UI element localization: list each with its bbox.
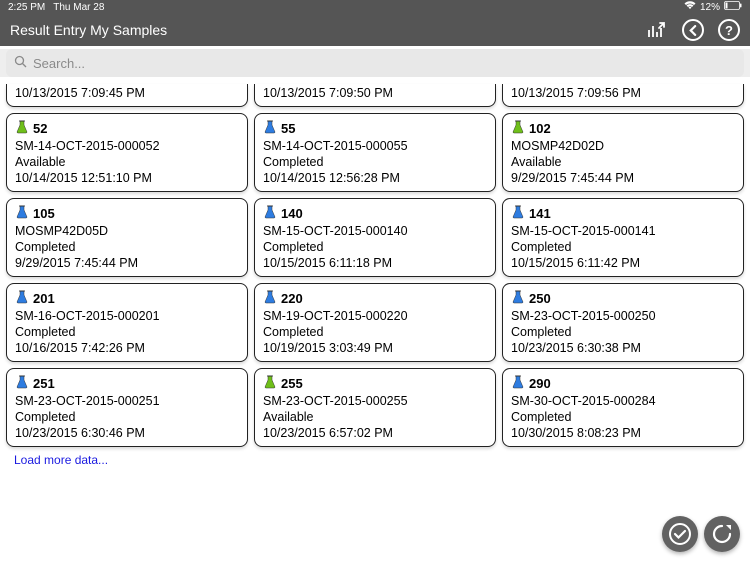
sample-id: 105 — [33, 206, 55, 221]
flask-icon — [511, 290, 525, 307]
sample-name: SM-23-OCT-2015-000251 — [15, 394, 239, 408]
sample-timestamp: 10/13/2015 7:09:50 PM — [263, 86, 487, 100]
flask-icon — [511, 205, 525, 222]
sample-card[interactable]: 141 SM-15-OCT-2015-000141 Completed 10/1… — [502, 198, 744, 277]
sample-name: SM-19-OCT-2015-000220 — [263, 309, 487, 323]
sample-name: SM-14-OCT-2015-000055 — [263, 139, 487, 153]
back-button[interactable] — [682, 19, 704, 41]
help-button[interactable]: ? — [718, 19, 740, 41]
sample-card[interactable]: 102 MOSMP42D02D Available 9/29/2015 7:45… — [502, 113, 744, 192]
sample-card-partial[interactable]: 10/13/2015 7:09:45 PM — [6, 84, 248, 107]
sample-name: SM-16-OCT-2015-000201 — [15, 309, 239, 323]
search-placeholder: Search... — [33, 56, 85, 71]
page-title: Result Entry My Samples — [10, 22, 646, 38]
sample-timestamp: 10/13/2015 7:09:45 PM — [15, 86, 239, 100]
refresh-button[interactable] — [704, 516, 740, 552]
sample-timestamp: 10/23/2015 6:30:46 PM — [15, 426, 239, 440]
sample-card-partial[interactable]: 10/13/2015 7:09:56 PM — [502, 84, 744, 107]
sample-name: SM-15-OCT-2015-000141 — [511, 224, 735, 238]
sample-id: 290 — [529, 376, 551, 391]
status-time: 2:25 PM — [8, 2, 45, 13]
sample-timestamp: 9/29/2015 7:45:44 PM — [15, 256, 239, 270]
samples-content: 10/13/2015 7:09:45 PM 10/13/2015 7:09:50 … — [0, 80, 750, 477]
sample-timestamp: 10/23/2015 6:57:02 PM — [263, 426, 487, 440]
sample-card[interactable]: 250 SM-23-OCT-2015-000250 Completed 10/2… — [502, 283, 744, 362]
sample-status: Completed — [15, 240, 239, 254]
sample-id: 250 — [529, 291, 551, 306]
sample-card[interactable]: 52 SM-14-OCT-2015-000052 Available 10/14… — [6, 113, 248, 192]
sample-card[interactable]: 201 SM-16-OCT-2015-000201 Completed 10/1… — [6, 283, 248, 362]
battery-percent: 12% — [700, 2, 720, 13]
status-bar: 2:25 PM Thu Mar 28 12% — [0, 0, 750, 14]
flask-icon — [511, 375, 525, 392]
sample-timestamp: 10/16/2015 7:42:26 PM — [15, 341, 239, 355]
sample-status: Completed — [511, 240, 735, 254]
sample-timestamp: 10/14/2015 12:51:10 PM — [15, 171, 239, 185]
sample-card[interactable]: 251 SM-23-OCT-2015-000251 Completed 10/2… — [6, 368, 248, 447]
sample-card[interactable]: 140 SM-15-OCT-2015-000140 Completed 10/1… — [254, 198, 496, 277]
status-date: Thu Mar 28 — [53, 2, 104, 13]
sample-id: 55 — [281, 121, 295, 136]
sample-status: Completed — [15, 325, 239, 339]
load-more-link[interactable]: Load more data... — [6, 447, 744, 473]
sample-timestamp: 10/14/2015 12:56:28 PM — [263, 171, 487, 185]
nav-bar: Result Entry My Samples ? — [0, 14, 750, 46]
sample-card[interactable]: 290 SM-30-OCT-2015-000284 Completed 10/3… — [502, 368, 744, 447]
sample-name: SM-14-OCT-2015-000052 — [15, 139, 239, 153]
sample-id: 140 — [281, 206, 303, 221]
sample-timestamp: 10/15/2015 6:11:42 PM — [511, 256, 735, 270]
sample-status: Available — [511, 155, 735, 169]
sample-timestamp: 10/13/2015 7:09:56 PM — [511, 86, 735, 100]
flask-icon — [263, 120, 277, 137]
sample-timestamp: 10/23/2015 6:30:38 PM — [511, 341, 735, 355]
flask-icon — [15, 290, 29, 307]
sample-name: MOSMP42D05D — [15, 224, 239, 238]
sample-id: 102 — [529, 121, 551, 136]
flask-icon — [263, 205, 277, 222]
sample-timestamp: 10/15/2015 6:11:18 PM — [263, 256, 487, 270]
flask-icon — [15, 205, 29, 222]
flask-icon — [511, 120, 525, 137]
search-icon — [14, 55, 27, 71]
sample-status: Completed — [15, 410, 239, 424]
flask-icon — [263, 375, 277, 392]
search-input[interactable]: Search... — [6, 49, 744, 77]
sample-id: 52 — [33, 121, 47, 136]
sample-status: Completed — [263, 155, 487, 169]
flask-icon — [15, 375, 29, 392]
sample-card[interactable]: 105 MOSMP42D05D Completed 9/29/2015 7:45… — [6, 198, 248, 277]
sample-id: 141 — [529, 206, 551, 221]
sample-status: Completed — [263, 240, 487, 254]
sample-name: SM-23-OCT-2015-000255 — [263, 394, 487, 408]
sample-id: 220 — [281, 291, 303, 306]
wifi-icon — [684, 1, 696, 13]
chart-share-icon[interactable] — [646, 19, 668, 41]
sample-timestamp: 9/29/2015 7:45:44 PM — [511, 171, 735, 185]
flask-icon — [263, 290, 277, 307]
sample-status: Completed — [263, 325, 487, 339]
sample-card[interactable]: 255 SM-23-OCT-2015-000255 Available 10/2… — [254, 368, 496, 447]
sample-status: Completed — [511, 325, 735, 339]
sample-timestamp: 10/19/2015 3:03:49 PM — [263, 341, 487, 355]
sample-name: SM-15-OCT-2015-000140 — [263, 224, 487, 238]
sample-id: 201 — [33, 291, 55, 306]
sample-id: 251 — [33, 376, 55, 391]
sample-card-partial[interactable]: 10/13/2015 7:09:50 PM — [254, 84, 496, 107]
battery-icon — [724, 1, 742, 13]
sample-status: Completed — [511, 410, 735, 424]
sample-card[interactable]: 220 SM-19-OCT-2015-000220 Completed 10/1… — [254, 283, 496, 362]
sample-name: MOSMP42D02D — [511, 139, 735, 153]
sample-status: Available — [15, 155, 239, 169]
flask-icon — [15, 120, 29, 137]
sample-name: SM-23-OCT-2015-000250 — [511, 309, 735, 323]
confirm-button[interactable] — [662, 516, 698, 552]
sample-card[interactable]: 55 SM-14-OCT-2015-000055 Completed 10/14… — [254, 113, 496, 192]
sample-status: Available — [263, 410, 487, 424]
sample-timestamp: 10/30/2015 8:08:23 PM — [511, 426, 735, 440]
sample-id: 255 — [281, 376, 303, 391]
sample-name: SM-30-OCT-2015-000284 — [511, 394, 735, 408]
